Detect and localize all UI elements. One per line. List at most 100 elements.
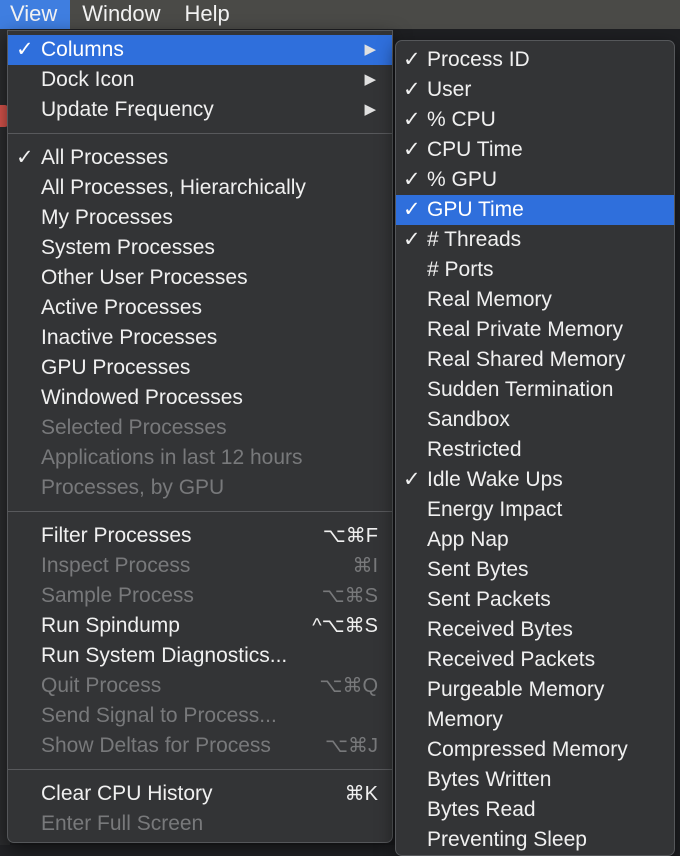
column-option-restricted[interactable]: Restricted [396, 435, 674, 465]
menu-item-label: Inspect Process [41, 554, 191, 577]
checkmark-icon: ✓ [16, 38, 34, 61]
menu-item-label: Received Packets [427, 648, 596, 671]
column-option-memory[interactable]: Memory [396, 705, 674, 735]
columns-submenu: ✓ Process ID ✓ User ✓ % CPU ✓ CPU Time ✓ % GPU ✓ GP… [395, 40, 675, 856]
column-option-real-shared-memory[interactable]: Real Shared Memory [396, 345, 674, 375]
menu-item-label: All Processes, Hierarchically [41, 176, 306, 199]
keyboard-shortcut: ⌥⌘S [321, 585, 378, 607]
menu-item-other-user-processes[interactable]: Other User Processes [8, 263, 392, 293]
checkmark-icon: ✓ [403, 198, 421, 221]
checkmark-icon: ✓ [403, 168, 421, 191]
menu-item-columns[interactable]: ✓ Columns ▶ [8, 35, 392, 65]
column-option-gpu[interactable]: ✓ % GPU [396, 165, 674, 195]
menu-item-label: Idle Wake Ups [427, 468, 563, 491]
column-option-preventing-sleep[interactable]: Preventing Sleep [396, 825, 674, 855]
menu-item-send-signal-to-process: Send Signal to Process... [8, 701, 392, 731]
menu-item-label: GPU Time [427, 198, 524, 221]
background-window-bottom [0, 845, 400, 856]
menu-item-system-processes[interactable]: System Processes [8, 233, 392, 263]
menu-item-run-system-diagnostics[interactable]: Run System Diagnostics... [8, 641, 392, 671]
column-option-energy-impact[interactable]: Energy Impact [396, 495, 674, 525]
menu-item-label: Restricted [427, 438, 522, 461]
menu-item-filter-processes[interactable]: Filter Processes ⌥⌘F [8, 521, 392, 551]
menu-item-dock-icon[interactable]: Dock Icon ▶ [8, 65, 392, 95]
column-option-cpu-time[interactable]: ✓ CPU Time [396, 135, 674, 165]
menu-item-label: Selected Processes [41, 416, 227, 439]
column-option-process-id[interactable]: ✓ Process ID [396, 45, 674, 75]
column-option-received-packets[interactable]: Received Packets [396, 645, 674, 675]
column-option-bytes-written[interactable]: Bytes Written [396, 765, 674, 795]
menu-separator [8, 769, 392, 770]
menu-item-label: # Ports [427, 258, 494, 281]
submenu-arrow-icon: ▶ [364, 41, 376, 58]
menu-item-selected-processes: Selected Processes [8, 413, 392, 443]
menu-item-all-processes-hierarchically[interactable]: All Processes, Hierarchically [8, 173, 392, 203]
column-option-cpu[interactable]: ✓ % CPU [396, 105, 674, 135]
checkmark-icon: ✓ [403, 138, 421, 161]
checkmark-icon: ✓ [16, 146, 34, 169]
menu-item-label: % CPU [427, 108, 496, 131]
menu-item-all-processes[interactable]: ✓ All Processes [8, 143, 392, 173]
menu-item-label: App Nap [427, 528, 509, 551]
menu-separator [8, 133, 392, 134]
menu-item-enter-full-screen: Enter Full Screen [8, 809, 392, 839]
menubar-window[interactable]: Window [70, 0, 172, 29]
menu-item-inactive-processes[interactable]: Inactive Processes [8, 323, 392, 353]
menu-item-label: Quit Process [41, 674, 162, 697]
menu-item-clear-cpu-history[interactable]: Clear CPU History ⌘K [8, 779, 392, 809]
column-option-gpu-time[interactable]: ✓ GPU Time [396, 195, 674, 225]
column-option-threads[interactable]: ✓ # Threads [396, 225, 674, 255]
menu-item-active-processes[interactable]: Active Processes [8, 293, 392, 323]
column-option-ports[interactable]: # Ports [396, 255, 674, 285]
column-option-sent-bytes[interactable]: Sent Bytes [396, 555, 674, 585]
menu-item-label: Preventing Sleep [427, 828, 587, 851]
menu-item-update-frequency[interactable]: Update Frequency ▶ [8, 95, 392, 125]
column-option-sent-packets[interactable]: Sent Packets [396, 585, 674, 615]
column-option-real-private-memory[interactable]: Real Private Memory [396, 315, 674, 345]
menu-item-label: CPU Time [427, 138, 523, 161]
column-option-received-bytes[interactable]: Received Bytes [396, 615, 674, 645]
column-option-sudden-termination[interactable]: Sudden Termination [396, 375, 674, 405]
column-option-purgeable-memory[interactable]: Purgeable Memory [396, 675, 674, 705]
column-option-idle-wake-ups[interactable]: ✓ Idle Wake Ups [396, 465, 674, 495]
column-option-sandbox[interactable]: Sandbox [396, 405, 674, 435]
keyboard-shortcut: ⌘K [344, 783, 378, 805]
menu-item-label: Show Deltas for Process [41, 734, 271, 757]
menu-item-label: Energy Impact [427, 498, 563, 521]
keyboard-shortcut: ^⌥⌘S [312, 615, 378, 637]
menu-item-gpu-processes[interactable]: GPU Processes [8, 353, 392, 383]
menu-item-label: User [427, 78, 472, 101]
checkmark-icon: ✓ [403, 108, 421, 131]
menu-item-label: Bytes Read [427, 798, 536, 821]
menu-item-label: Compressed Memory [427, 738, 628, 761]
menu-item-label: Received Bytes [427, 618, 573, 641]
column-option-user[interactable]: ✓ User [396, 75, 674, 105]
column-option-app-nap[interactable]: App Nap [396, 525, 674, 555]
menubar-help[interactable]: Help [173, 0, 242, 29]
menu-item-my-processes[interactable]: My Processes [8, 203, 392, 233]
menu-item-label: Sandbox [427, 408, 510, 431]
menu-item-label: Windowed Processes [41, 386, 243, 409]
menu-item-label: Run Spindump [41, 614, 180, 637]
menu-item-label: # Threads [427, 228, 522, 251]
column-option-compressed-memory[interactable]: Compressed Memory [396, 735, 674, 765]
menu-item-run-spindump[interactable]: Run Spindump ^⌥⌘S [8, 611, 392, 641]
menu-item-label: Processes, by GPU [41, 476, 225, 499]
menu-item-label: Bytes Written [427, 768, 552, 791]
menu-item-label: System Processes [41, 236, 215, 259]
menu-item-sample-process: Sample Process ⌥⌘S [8, 581, 392, 611]
menubar-view[interactable]: View [0, 0, 71, 29]
menu-item-label: Real Shared Memory [427, 348, 626, 371]
menu-item-label: Real Private Memory [427, 318, 624, 341]
checkmark-icon: ✓ [403, 78, 421, 101]
menu-item-label: All Processes [41, 146, 169, 169]
menu-item-label: Sample Process [41, 584, 194, 607]
column-option-real-memory[interactable]: Real Memory [396, 285, 674, 315]
menu-item-label: Sent Bytes [427, 558, 529, 581]
menu-bar: View Window Help [0, 0, 680, 29]
column-option-bytes-read[interactable]: Bytes Read [396, 795, 674, 825]
submenu-arrow-icon: ▶ [364, 71, 376, 88]
checkmark-icon: ✓ [403, 468, 421, 491]
menu-item-windowed-processes[interactable]: Windowed Processes [8, 383, 392, 413]
menu-item-show-deltas-for-process: Show Deltas for Process ⌥⌘J [8, 731, 392, 761]
